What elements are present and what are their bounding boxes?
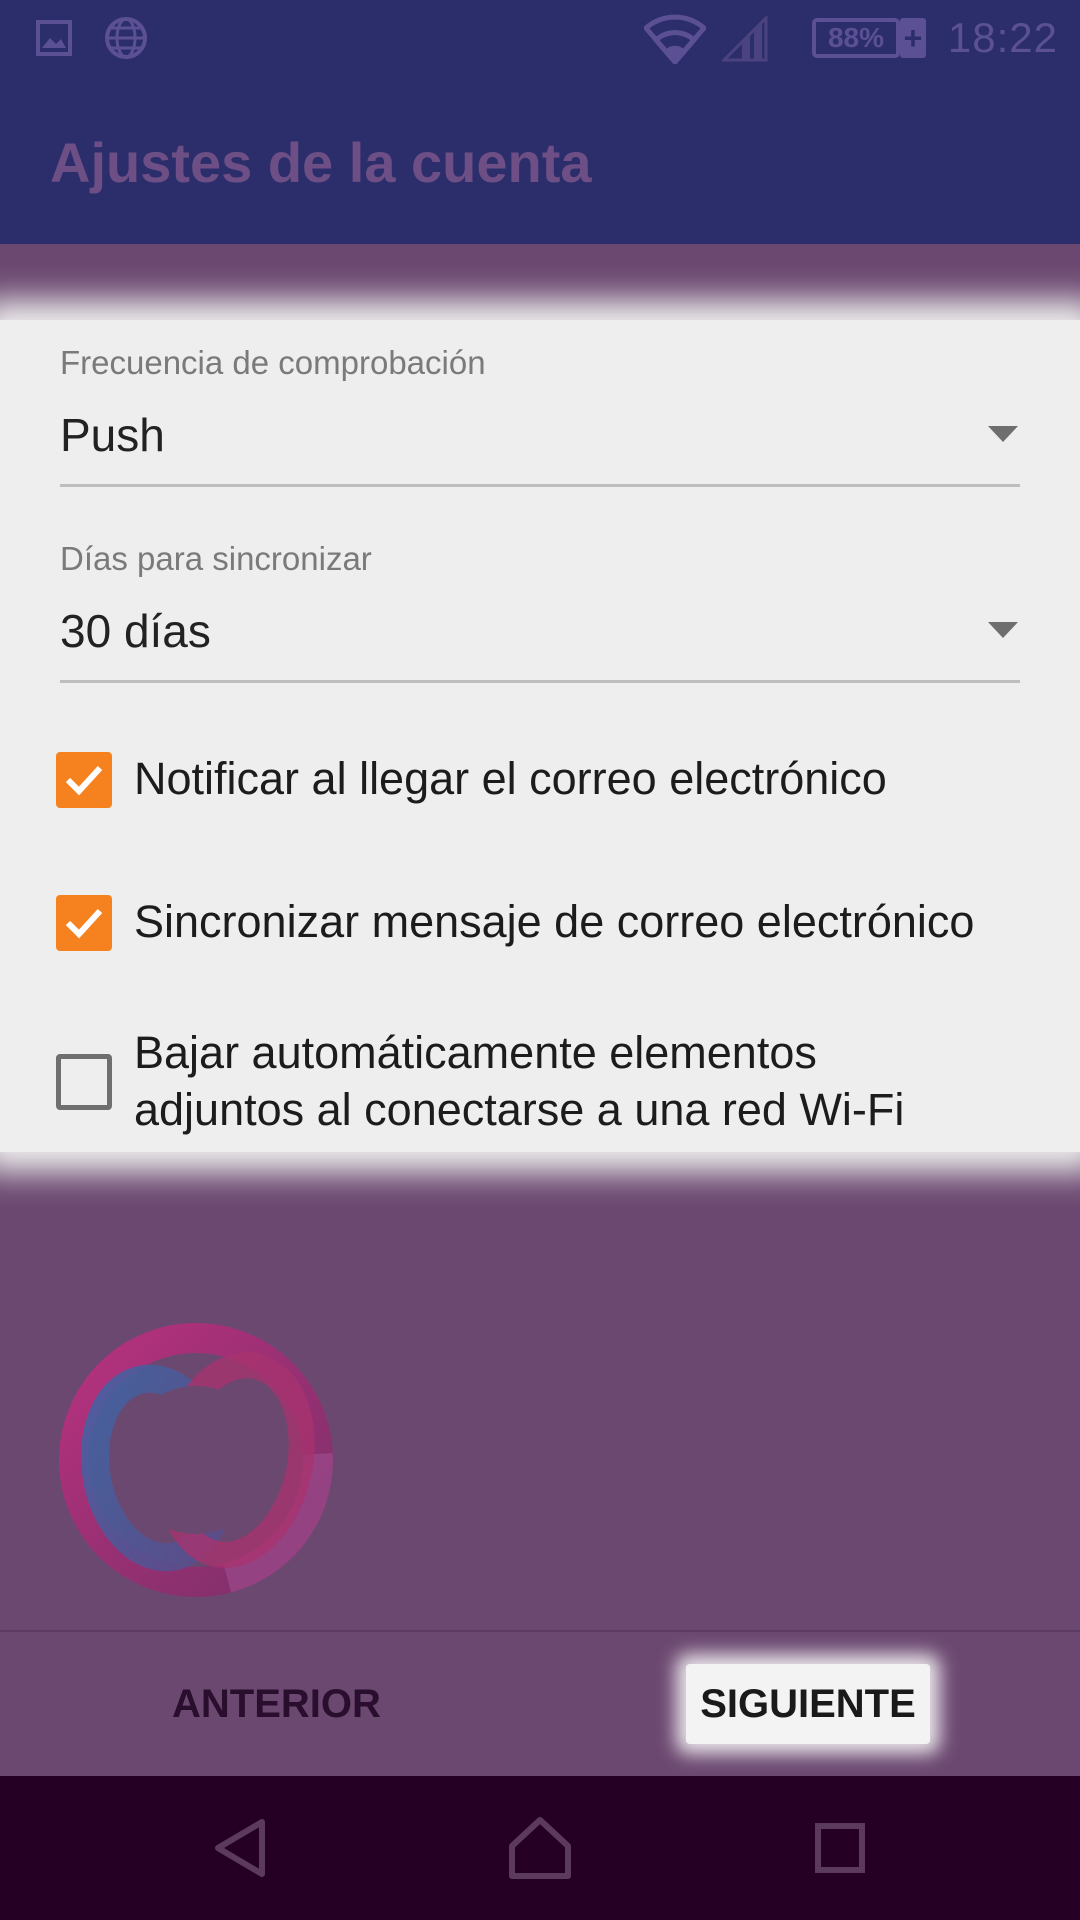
button-bar-divider bbox=[0, 1630, 1080, 1632]
notify-option[interactable]: Notificar al llegar el correo electrónic… bbox=[56, 750, 1046, 810]
recents-icon[interactable] bbox=[814, 1822, 866, 1874]
image-icon bbox=[36, 20, 72, 56]
battery-level: 88% bbox=[827, 22, 885, 53]
sync-mail-checkbox[interactable] bbox=[56, 895, 112, 951]
auto-download-checkbox[interactable] bbox=[56, 1054, 112, 1110]
status-bar: 88% + 18:22 bbox=[0, 0, 1080, 78]
auto-download-label-line1: Bajar automáticamente elementos bbox=[134, 1027, 817, 1078]
globe-icon bbox=[105, 17, 147, 59]
auto-download-label-line2: adjuntos al conectarse a una red Wi-Fi bbox=[134, 1084, 905, 1135]
app-logo bbox=[59, 1323, 333, 1597]
battery-icon: 88% bbox=[812, 18, 900, 58]
check-frequency-value: Push bbox=[60, 409, 165, 461]
page-title: Ajustes de la cuenta bbox=[50, 131, 592, 194]
chevron-down-icon bbox=[988, 426, 1018, 442]
home-icon[interactable] bbox=[508, 1816, 572, 1880]
status-time: 18:22 bbox=[947, 14, 1058, 61]
sync-days-label: Días para sincronizar bbox=[60, 540, 372, 577]
sync-mail-label: Sincronizar mensaje de correo electrónic… bbox=[134, 896, 975, 947]
navigation-bar bbox=[0, 1776, 1080, 1920]
notify-checkbox[interactable] bbox=[56, 752, 112, 808]
sync-mail-option[interactable]: Sincronizar mensaje de correo electrónic… bbox=[56, 893, 1046, 953]
sync-days-value: 30 días bbox=[60, 605, 211, 657]
app-bar: Ajustes de la cuenta bbox=[0, 78, 1080, 244]
field-underline bbox=[60, 680, 1020, 683]
check-frequency-label: Frecuencia de comprobación bbox=[60, 344, 486, 381]
signal-icon bbox=[722, 16, 768, 62]
checkmark-icon bbox=[65, 765, 103, 796]
checkmark-icon bbox=[65, 908, 103, 939]
charging-indicator: + bbox=[900, 18, 926, 58]
previous-button[interactable]: ANTERIOR bbox=[172, 1682, 381, 1727]
back-icon[interactable] bbox=[212, 1818, 268, 1878]
field-underline bbox=[60, 484, 1020, 487]
wifi-icon bbox=[644, 14, 706, 64]
account-settings-card: Frecuencia de comprobación Push Días par… bbox=[0, 320, 1080, 1152]
next-button[interactable]: SIGUIENTE bbox=[686, 1664, 930, 1744]
chevron-down-icon bbox=[988, 622, 1018, 638]
notify-label: Notificar al llegar el correo electrónic… bbox=[134, 753, 887, 804]
auto-download-option[interactable]: Bajar automáticamente elementos adjuntos… bbox=[56, 1024, 1046, 1142]
